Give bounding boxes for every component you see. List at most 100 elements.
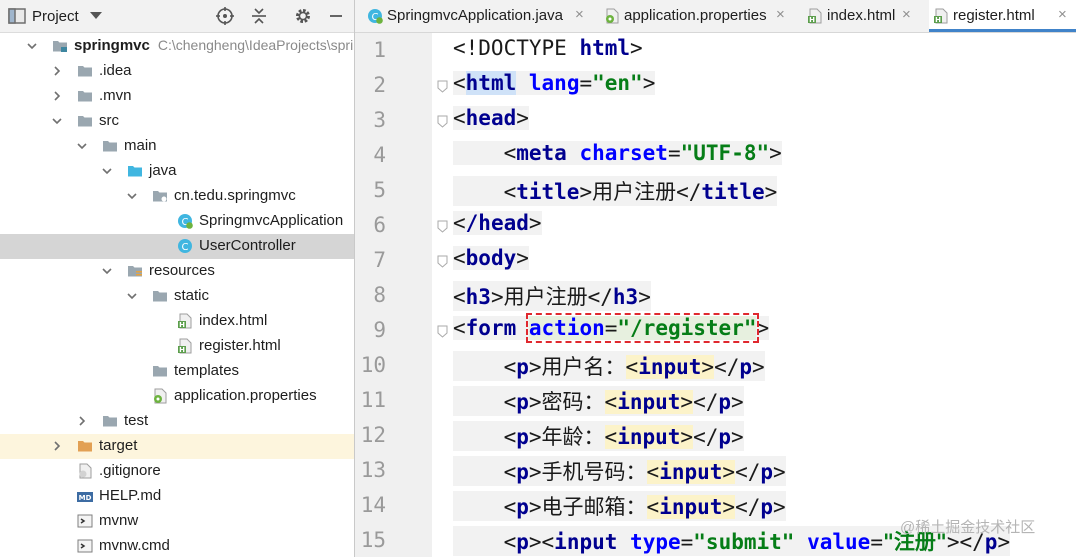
chevron-right-icon[interactable] [51,65,63,77]
html-file-icon: H [178,313,192,329]
chevron-down-icon[interactable] [51,115,63,127]
project-view-icon [8,8,26,24]
fold-marker-icon[interactable] [437,115,448,128]
line-number: 5 [373,178,386,202]
tree-item-help-md[interactable]: MD HELP.md [0,484,354,509]
html-file-icon: H [178,338,192,354]
svg-text:H: H [179,321,185,329]
tree-item-springmvcapplication[interactable]: C SpringmvcApplication [0,209,354,234]
code-line-12: <p>年龄：<input></p> [453,421,744,454]
collapse-all-icon[interactable] [249,6,269,26]
hide-panel-icon[interactable] [326,6,346,26]
tree-item-label: mvnw [99,512,139,529]
tab-application-properties[interactable]: application.properties × [600,0,794,32]
chevron-right-icon[interactable] [51,440,63,452]
tab-register-html[interactable]: Hregister.html × [929,0,1076,32]
excluded-folder-icon [78,441,92,452]
fold-marker-icon[interactable] [437,325,448,338]
folder-icon [153,291,167,302]
code-line-14: <p>电子邮箱：<input></p> [453,491,786,524]
chevron-right-icon[interactable] [51,90,63,102]
close-icon[interactable]: × [1058,6,1067,23]
svg-text:MD: MD [79,494,92,502]
chevron-down-icon[interactable] [101,165,113,177]
tree-item-label: java [149,162,177,179]
tree-item-src[interactable]: src [0,109,354,134]
tree-item-label: application.properties [174,387,317,404]
tree-item-label: .gitignore [99,462,161,479]
close-icon[interactable]: × [575,6,584,23]
code-line-13: <p>手机号码：<input></p> [453,456,786,489]
locate-icon[interactable] [215,6,235,26]
chevron-right-icon[interactable] [76,415,88,427]
line-number: 6 [373,213,386,237]
tab-label: application.properties [624,7,767,24]
tree-item-resources[interactable]: resources [0,259,354,284]
fold-marker-icon[interactable] [437,255,448,268]
line-number: 3 [373,108,386,132]
code-line-1: <!DOCTYPE html> [453,36,643,60]
tree-item-mvnw-cmd[interactable]: mvnw.cmd [0,534,354,557]
fold-marker-icon[interactable] [437,80,448,93]
line-number: 2 [373,73,386,97]
close-icon[interactable]: × [776,6,785,23]
tree-item-idea[interactable]: .idea [0,59,354,84]
chevron-down-icon[interactable] [101,265,113,277]
project-path: C:\chengheng\IdeaProjects\springmvc [157,37,354,53]
tree-item-label: index.html [199,312,268,329]
fold-marker-icon[interactable] [437,220,448,233]
tree-item-main[interactable]: main [0,134,354,159]
tree-item-index-html[interactable]: Hindex.html [0,309,354,334]
line-number: 4 [373,143,386,167]
tab-label: index.html [827,7,896,24]
tree-item-label: src [99,112,119,129]
folder-icon [78,91,92,102]
tree-item-cn-tedu-springmvc[interactable]: cn.tedu.springmvc [0,184,354,209]
spring-boot-class-icon: C [368,9,383,24]
folder-icon [103,141,117,152]
code-editor[interactable]: <!DOCTYPE html> <html lang="en"> <head> … [453,33,1076,557]
close-icon[interactable]: × [902,6,911,23]
tree-item-static[interactable]: static [0,284,354,309]
html-file-icon: H [934,8,948,24]
tree-item-application-properties[interactable]: application.properties [0,384,354,409]
code-line-3: <head> [453,106,529,130]
tree-item-templates[interactable]: templates [0,359,354,384]
spring-boot-class-icon: C [178,214,193,229]
script-file-icon [77,539,93,553]
tree-item-label: cn.tedu.springmvc [174,187,296,204]
highlighted-action-attribute: action="/register" [525,313,760,343]
tree-item-mvn[interactable]: .mvn [0,84,354,109]
tree-item-gitignore[interactable]: .gitignore [0,459,354,484]
tree-item-mvnw[interactable]: mvnw [0,509,354,534]
tree-item-label: UserController [199,237,296,254]
tree-item-springmvc[interactable]: springmvcC:\chengheng\IdeaProjects\sprin… [0,34,354,59]
tree-item-usercontroller[interactable]: C UserController [0,234,354,259]
tree-item-target[interactable]: target [0,434,354,459]
tree-item-test[interactable]: test [0,409,354,434]
chevron-down-icon[interactable] [126,190,138,202]
chevron-down-icon[interactable] [26,40,38,52]
line-number: 13 [360,458,386,482]
tab-springmvcapplication-java[interactable]: C SpringmvcApplication.java × [363,0,593,32]
folder-icon [78,116,92,127]
chevron-down-icon[interactable] [76,140,88,152]
chevron-down-icon[interactable] [126,290,138,302]
tree-item-register-html[interactable]: Hregister.html [0,334,354,359]
svg-text:C: C [182,242,189,253]
project-panel-title[interactable]: Project [32,8,79,25]
tab-index-html[interactable]: Hindex.html × [803,0,920,32]
gear-icon[interactable] [293,6,313,26]
tree-item-label: main [124,137,157,154]
code-line-2: <html lang="en"> [453,71,656,95]
line-number: 10 [360,353,386,377]
script-file-icon [77,514,93,528]
line-number: 1 [373,38,386,62]
code-line-5: <title>用户注册</title> [453,176,778,209]
tree-item-java[interactable]: java [0,159,354,184]
folder-icon [103,416,117,427]
tree-item-label: static [174,287,210,304]
chevron-down-icon[interactable] [90,12,102,19]
markdown-file-icon: MD [77,492,93,502]
tree-item-label: resources [149,262,215,279]
